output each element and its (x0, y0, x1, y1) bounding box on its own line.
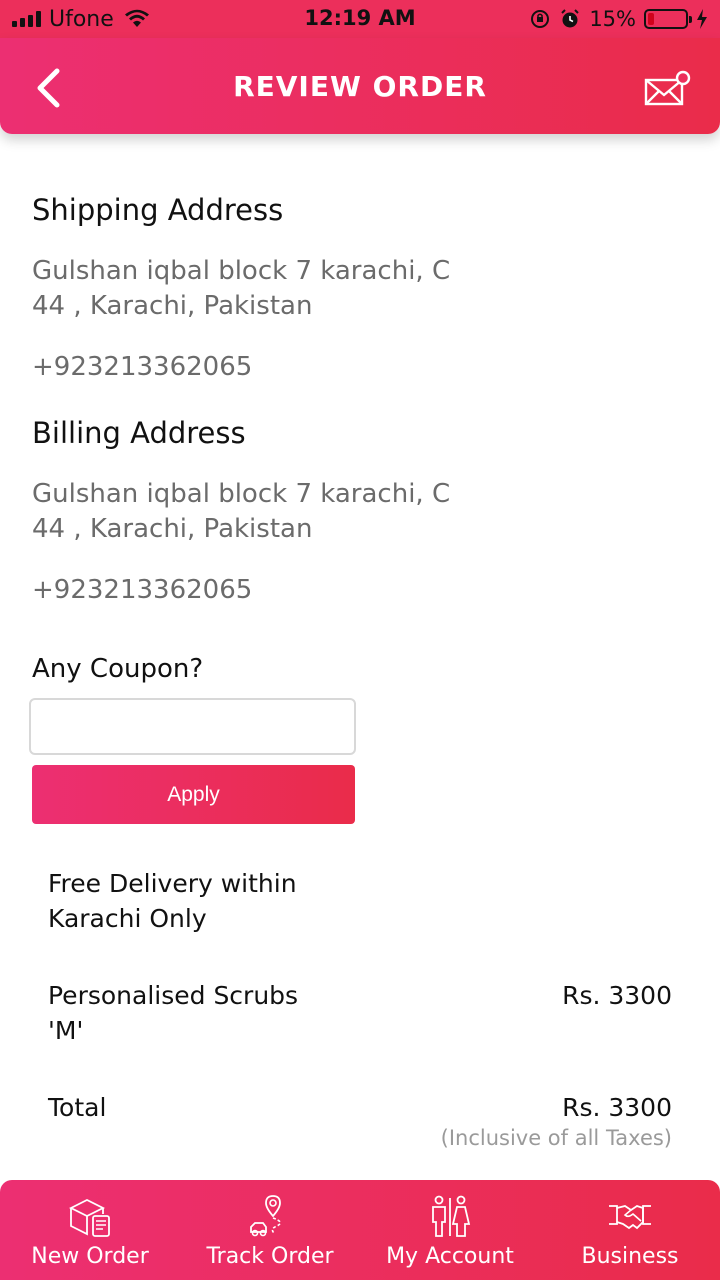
tax-note: (Inclusive of all Taxes) (440, 1126, 672, 1150)
billing-heading: Billing Address (32, 416, 246, 450)
order-item-row: Personalised Scrubs 'M' Rs. 3300 (48, 978, 672, 1048)
orientation-lock-icon (531, 10, 550, 28)
battery-percent: 15% (589, 7, 636, 31)
alarm-icon (561, 9, 580, 28)
shipping-address-line2: 44 , Karachi, Pakistan (32, 291, 313, 321)
charging-icon (697, 9, 707, 29)
nav-my-account[interactable]: My Account (360, 1180, 540, 1280)
people-icon (432, 1195, 471, 1237)
battery-icon (644, 9, 692, 29)
handshake-icon (609, 1205, 651, 1230)
delivery-location-icon (250, 1195, 281, 1237)
free-delivery-line2: Karachi Only (48, 904, 207, 933)
messages-button[interactable] (640, 70, 692, 110)
coupon-label: Any Coupon? (32, 654, 204, 684)
shipping-phone: +923213362065 (32, 352, 253, 382)
app-header: REVIEW ORDER (0, 38, 720, 134)
bottom-nav: New Order Track Order My Account Busines… (0, 1180, 720, 1280)
total-price: Rs. 3300 (562, 1093, 672, 1122)
nav-new-order-label: New Order (31, 1244, 149, 1269)
address-section: Shipping Address Gulshan iqbal block 7 k… (32, 190, 688, 608)
total-row: Total Rs. 3300 (Inclusive of all Taxes) (48, 1090, 672, 1150)
nav-business-label: Business (581, 1244, 679, 1269)
status-bar: Ufone 12:19 AM 15% (0, 0, 720, 38)
nav-new-order[interactable]: New Order (0, 1180, 180, 1280)
nav-my-account-label: My Account (386, 1244, 514, 1269)
free-delivery-line1: Free Delivery within (48, 869, 297, 898)
item-name-line1: Personalised Scrubs (48, 981, 299, 1010)
item-price: Rs. 3300 (562, 981, 672, 1010)
page-title: REVIEW ORDER (233, 70, 487, 103)
shipping-address-line1: Gulshan iqbal block 7 karachi, C (32, 256, 451, 286)
item-name-line2: 'M' (48, 1016, 84, 1045)
nav-track-order-label: Track Order (206, 1244, 334, 1269)
nav-track-order[interactable]: Track Order (180, 1180, 360, 1280)
coupon-input[interactable] (29, 698, 356, 755)
shipping-heading: Shipping Address (32, 193, 284, 227)
billing-phone: +923213362065 (32, 575, 253, 605)
mail-notification-icon (644, 70, 691, 106)
nav-business[interactable]: Business (540, 1180, 720, 1280)
free-delivery-note: Free Delivery within Karachi Only (48, 866, 368, 936)
item-name: Personalised Scrubs 'M' (48, 978, 348, 1048)
package-icon (68, 1198, 110, 1237)
apply-button[interactable]: Apply (32, 765, 355, 824)
billing-address-line2: 44 , Karachi, Pakistan (32, 514, 313, 544)
billing-address-line1: Gulshan iqbal block 7 karachi, C (32, 479, 451, 509)
